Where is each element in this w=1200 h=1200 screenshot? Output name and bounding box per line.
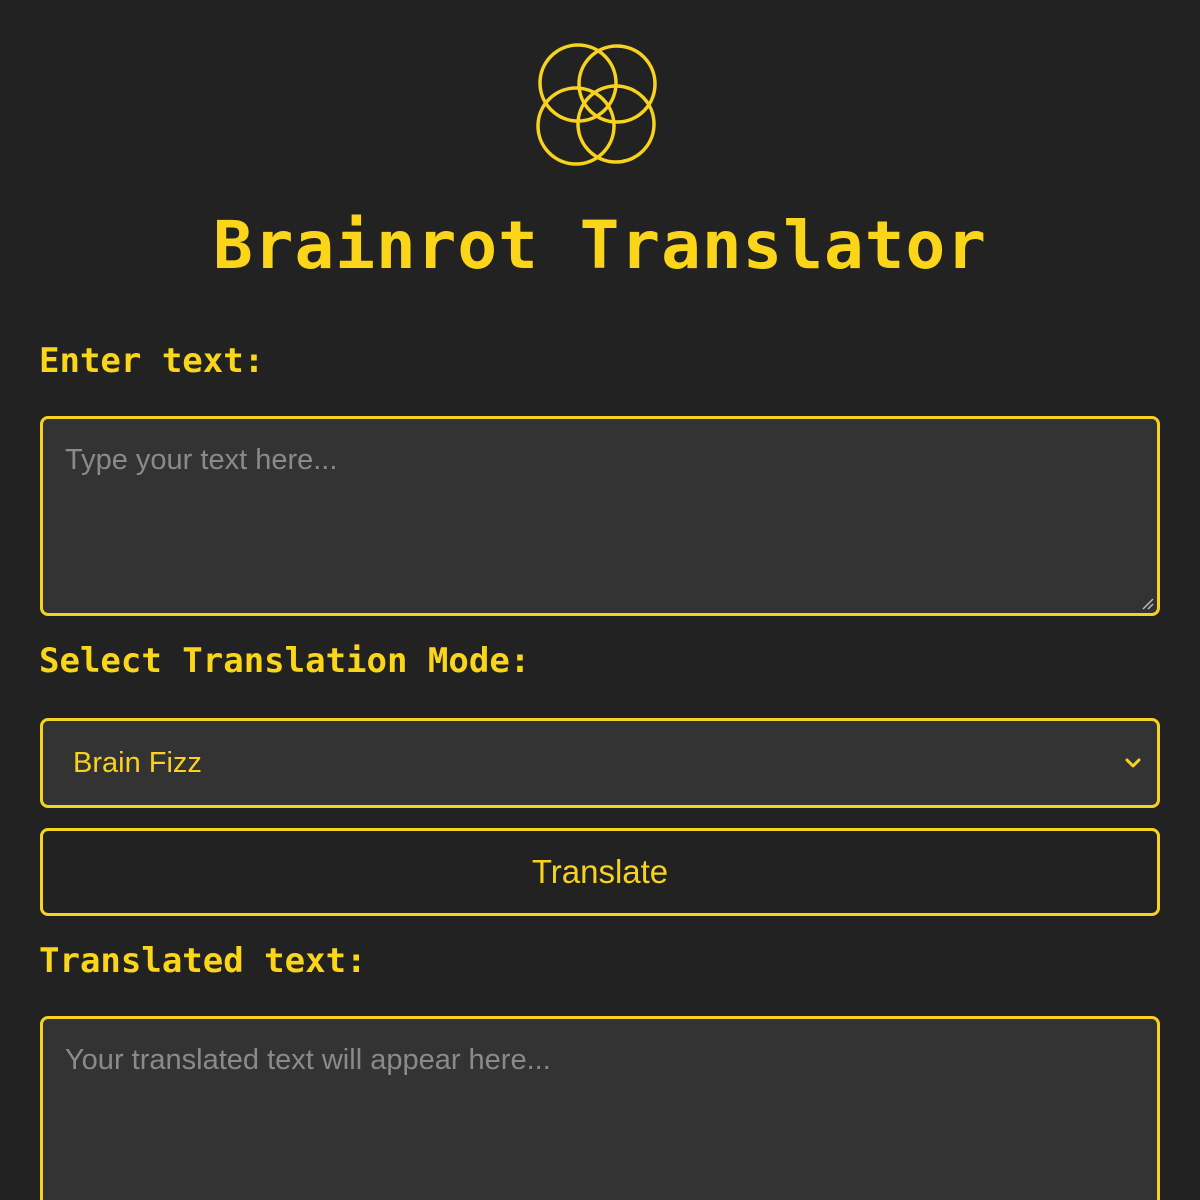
output-textarea-wrapper — [40, 1016, 1160, 1200]
mode-label: Select Translation Mode: — [39, 641, 531, 681]
input-textarea[interactable] — [43, 419, 1157, 613]
output-label: Translated text: — [39, 941, 367, 981]
mode-select[interactable]: Brain Fizz — [40, 718, 1160, 808]
translate-button-label: Translate — [531, 853, 669, 890]
overlapping-circles-icon — [536, 43, 657, 166]
output-textarea[interactable] — [43, 1019, 1157, 1200]
chevron-down-icon — [1125, 758, 1141, 768]
page-title: Brainrot Translator — [213, 207, 987, 284]
resize-handle-icon[interactable] — [1140, 596, 1154, 610]
mode-selected-value: Brain Fizz — [73, 746, 202, 779]
input-textarea-wrapper — [40, 416, 1160, 616]
translate-button[interactable]: Translate — [40, 828, 1160, 916]
input-label: Enter text: — [39, 341, 265, 381]
